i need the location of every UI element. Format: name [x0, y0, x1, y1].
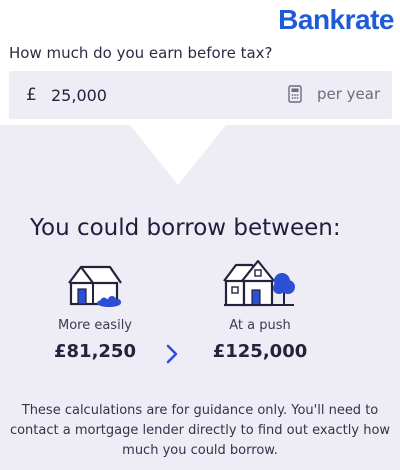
- income-field-box[interactable]: £ per year: [9, 71, 392, 119]
- at-a-push-amount: £125,000: [212, 341, 308, 362]
- guidance-disclaimer: These calculations are for guidance only…: [9, 403, 391, 458]
- calculator-icon: [288, 85, 302, 103]
- at-a-push-label: At a push: [229, 318, 291, 333]
- more-easily-amount: £81,250: [54, 341, 136, 362]
- house-with-tree-icon: [223, 259, 295, 307]
- bankrate-logo[interactable]: Bankrate: [278, 4, 394, 36]
- chevron-right-icon: [166, 344, 178, 364]
- period-label: per year: [317, 85, 381, 103]
- panel-notch: [130, 125, 226, 185]
- house-icon: [68, 265, 122, 307]
- currency-symbol: £: [26, 85, 37, 105]
- more-easily-label: More easily: [57, 318, 132, 333]
- borrow-headline: You could borrow between:: [30, 215, 341, 241]
- income-input[interactable]: [51, 81, 251, 109]
- income-question: How much do you earn before tax?: [9, 44, 273, 62]
